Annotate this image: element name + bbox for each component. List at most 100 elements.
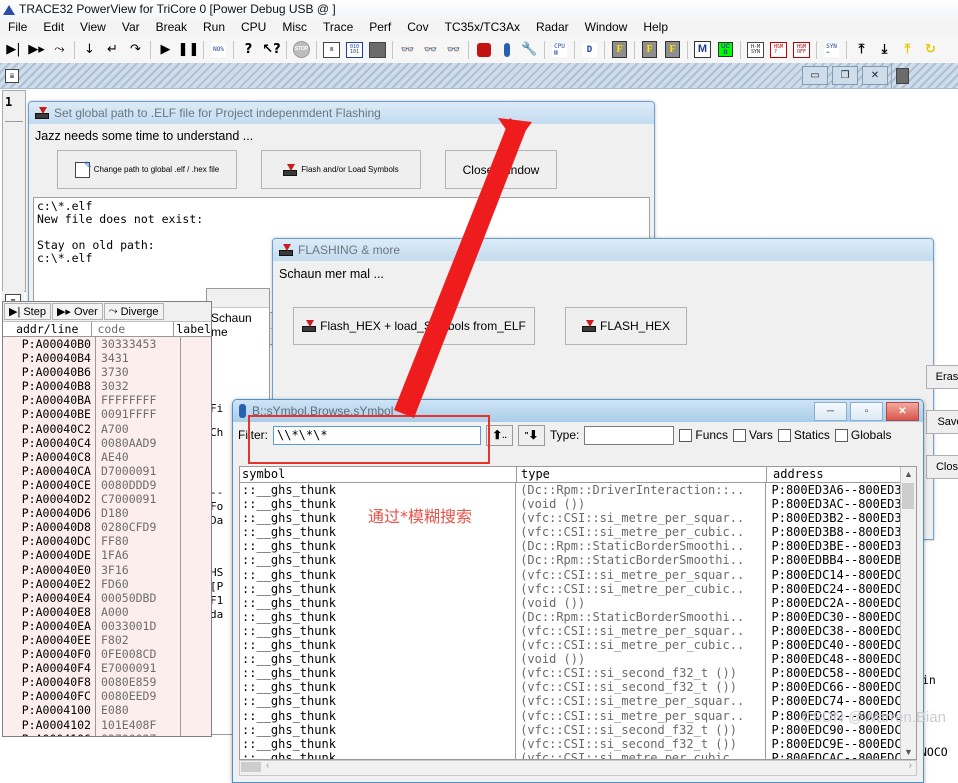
reload-icon[interactable]: ↻ (920, 39, 941, 61)
hsm-question-icon[interactable]: HSM? (768, 39, 789, 61)
disassembly-row[interactable]: P:A00040DE 1FA6 (3, 548, 211, 563)
disassembly-row[interactable]: P:A00040B0 30333453 (3, 337, 211, 352)
chevron-left-icon[interactable]: ‹ (266, 760, 269, 771)
disassembly-row[interactable]: P:A000410603700037 (3, 731, 211, 736)
close-window-button[interactable]: Close Window (445, 150, 557, 189)
type-input[interactable] (584, 425, 675, 445)
sort-up-icon[interactable]: ⬆.. (486, 424, 513, 446)
disassembly-row[interactable]: P:A00040CA D7000091 (3, 463, 211, 478)
symbol-row[interactable]: ::__ghs_thunk (void ()) P:800ED3AC--800ED3… (240, 497, 916, 512)
mdi-minimize-button[interactable]: ▭ (802, 66, 828, 85)
disassembly-row[interactable]: P:A00040D2 C7000091 (3, 492, 211, 507)
view-register-add-icon[interactable]: 👓 (397, 39, 418, 61)
ucb-icon[interactable]: UC B (715, 39, 736, 61)
symbol-row[interactable]: ::__ghs_thunk (vfc::CSI::si_second_f32_t … (240, 666, 916, 681)
address-column-header[interactable]: address (766, 467, 916, 482)
disassembly-row[interactable]: P:A0004100 E080 (3, 703, 211, 718)
mdi-restore-button[interactable]: ❐ (832, 66, 858, 85)
step-return-icon[interactable]: ↵ (102, 39, 123, 61)
mdi-child-system-icon[interactable]: ≣ (3, 67, 21, 85)
menu-item-file[interactable]: File (0, 19, 35, 35)
symbol-row[interactable]: ::__ghs_thunk (vfc::CSI::si_metre_per_cub… (240, 525, 916, 540)
disassembly-row[interactable]: P:A00040E2 FD60 (3, 576, 211, 591)
symbol-row[interactable]: ::__ghs_thunk (vfc::CSI::si_metre_per_squ… (240, 567, 916, 582)
disassembly-row[interactable]: P:A00040EA 0033001D (3, 618, 211, 633)
menu-item-var[interactable]: Var (114, 19, 148, 35)
disassembly-row[interactable]: P:A00040CE 0080DDD9 (3, 477, 211, 493)
disassembly-row[interactable]: P:A00040BE 0091FFFF (3, 407, 211, 422)
syn-icon[interactable]: SYN ⌁ (821, 39, 842, 61)
disassembly-row[interactable]: P:A00040F0 0FE008CD (3, 647, 211, 662)
chevron-right-icon[interactable]: › (909, 760, 912, 771)
go-icon[interactable]: ▶ (155, 39, 176, 61)
symbol-row[interactable]: ::__ghs_thunk (vfc::CSI::si_metre_per_cub… (240, 638, 916, 653)
filter-input[interactable]: \\*\*\* (273, 425, 481, 445)
chevron-down-icon[interactable]: ▼ (901, 745, 916, 759)
diverge-button[interactable]: ⤳ Diverge (103, 303, 164, 320)
save-button[interactable]: Save (926, 410, 958, 434)
menu-item-perf[interactable]: Perf (361, 19, 399, 35)
symbol-row[interactable]: ::__ghs_thunk (vfc::CSI::si_metre_per_cub… (240, 581, 916, 596)
symbol-row[interactable]: ::__ghs_thunk (vfc::CSI::si_second_f32_t … (240, 680, 916, 695)
stop-icon[interactable]: STOP (291, 39, 312, 61)
list-source-icon[interactable]: ≣ (321, 39, 342, 61)
peripherals-icon[interactable] (367, 39, 388, 61)
menu-item-radar[interactable]: Radar (528, 19, 577, 35)
menu-item-edit[interactable]: Edit (35, 19, 72, 35)
disassembly-row[interactable]: P:A00040BA FFFFFFFF (3, 393, 211, 408)
step-down-icon[interactable]: ↓ (79, 39, 100, 61)
settings-wrench-icon[interactable]: 🔧 (519, 39, 540, 61)
sort-down-icon[interactable]: " ⬇ (518, 424, 545, 446)
disassembly-row[interactable]: P:A00040F8 0080E859 (3, 675, 211, 690)
hsm-off-icon[interactable]: HSM OFF (791, 39, 812, 61)
disassembly-row[interactable]: P:A0004102 101E408F (3, 717, 211, 732)
menu-item-cpu[interactable]: CPU (233, 19, 274, 35)
cpu-icon[interactable]: CPU ▥ (549, 39, 570, 61)
disassembly-row[interactable]: P:A00040EE F802 (3, 632, 211, 648)
flash-f2-icon[interactable]: F (662, 39, 683, 61)
data-dump-icon[interactable]: 010 101 (344, 39, 365, 61)
symbol-browse-icon[interactable] (496, 39, 517, 61)
statics-checkbox[interactable]: Statics (777, 428, 830, 442)
hm-syn-icon[interactable]: H-M SYN (745, 39, 766, 61)
symbol-row[interactable]: ::__ghs_thunk (Dc::Rpm::DriverInteraction… (240, 483, 916, 498)
disassembly-row[interactable]: P:A00040B6 3730 (3, 365, 211, 380)
type-column-header[interactable]: type (516, 467, 766, 482)
menu-item-tc35x-tc3ax[interactable]: TC35x/TC3Ax (437, 19, 528, 35)
disassembly-row[interactable]: P:A00040C4 0080AAD9 (3, 435, 211, 450)
symbol-row[interactable]: ::__ghs_thunk (void ()) P:800EDC2A--800EDC… (240, 595, 916, 610)
funcs-checkbox[interactable]: Funcs (679, 428, 728, 442)
flash-load-symbols-button[interactable]: Flash and/or Load Symbols (261, 150, 421, 189)
erase-button[interactable]: Erase (926, 365, 958, 389)
step-over-icon[interactable]: ▶▸ (26, 39, 47, 61)
symbol-row[interactable]: ::__ghs_thunk (Dc::Rpm::StaticBorderSmoot… (240, 539, 916, 554)
flash-f1-icon[interactable]: F (639, 39, 660, 61)
disassembly-row[interactable]: P:A00040B4 3431 (3, 351, 211, 366)
step-diverge-icon[interactable]: ⤳ (49, 39, 70, 61)
menu-item-view[interactable]: View (72, 19, 114, 35)
symbol-row[interactable]: ::__ghs_thunk (vfc::CSI::si_metre_per_cub… (240, 750, 916, 759)
over-button[interactable]: ▶▸ Over (51, 303, 103, 320)
hscrollbar-thumb[interactable] (241, 762, 261, 772)
disassembly-row[interactable]: P:A00040D6 D180 (3, 506, 211, 521)
mdi-close-button[interactable]: ✕ (862, 66, 888, 85)
change-path-button[interactable]: ✎ Change path to global .elf / .hex file (57, 150, 237, 189)
disassembly-row[interactable]: P:A00040E4 00050DBD (3, 590, 211, 605)
disassembly-row[interactable]: P:A00040B8 3032 (3, 379, 211, 394)
help-icon[interactable]: ? (238, 39, 259, 61)
symbol-list-hscrollbar[interactable]: ‹ › (239, 760, 917, 776)
globals-checkbox[interactable]: Globals (834, 428, 892, 442)
menu-item-cov[interactable]: Cov (399, 19, 436, 35)
menu-item-trace[interactable]: Trace (315, 19, 361, 35)
symbol-column-header[interactable]: symbol (240, 467, 516, 482)
disassembly-row[interactable]: P:A00040C8 AE40 (3, 449, 211, 464)
step-into-icon[interactable]: ▶| (3, 39, 24, 61)
upload-top-icon[interactable]: ⤒ (851, 39, 872, 61)
menu-item-misc[interactable]: Misc (274, 19, 315, 35)
disassembly-row[interactable]: P:A00040F4 E7000091 (3, 661, 211, 676)
step-button[interactable]: ▶| Step (4, 303, 51, 320)
disassembly-row[interactable]: P:A00040E8 A000 (3, 604, 211, 619)
disassembly-row[interactable]: P:A00040FC 0080EED9 (3, 689, 211, 704)
symbol-row[interactable]: ::__ghs_thunk (void ()) P:800EDC48--800EDC… (240, 652, 916, 667)
menu-item-run[interactable]: Run (195, 19, 233, 35)
